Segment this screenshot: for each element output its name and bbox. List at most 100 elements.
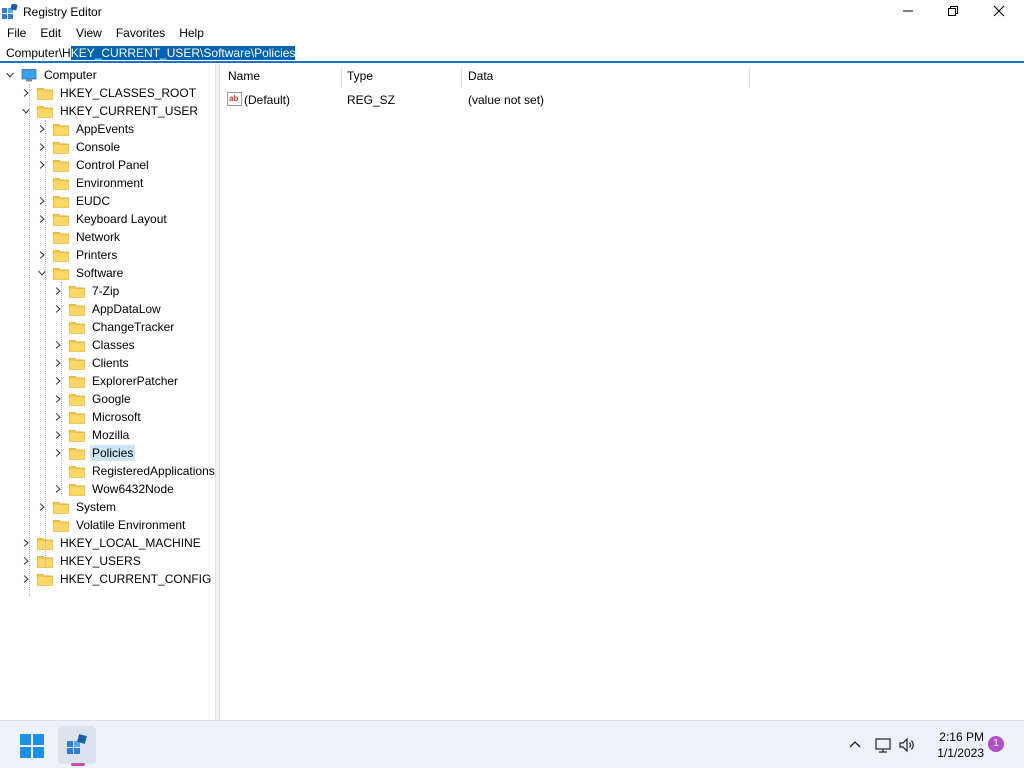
tree-item-microsoft[interactable]: Microsoft	[53, 408, 143, 426]
windows-start-icon[interactable]	[20, 734, 44, 758]
tree-item-hkey-local-machine[interactable]: HKEY_LOCAL_MACHINE	[21, 534, 203, 552]
tree-item-7-zip[interactable]: 7-Zip	[53, 282, 121, 300]
folder-icon	[69, 339, 85, 352]
tree-item-label: Software	[76, 266, 124, 280]
column-header-type[interactable]: Type	[347, 69, 373, 87]
tree-item-clients[interactable]: Clients	[53, 354, 131, 372]
tree-item-appevents[interactable]: AppEvents	[37, 120, 136, 138]
tree-item-changetracker[interactable]: ChangeTracker	[53, 318, 176, 336]
close-button[interactable]	[976, 0, 1022, 22]
taskbar: 2:16 PM 1/1/2023 1	[0, 720, 1024, 768]
address-input[interactable]: Computer\HKEY_CURRENT_USER\Software\Poli…	[6, 46, 296, 60]
registry-editor-task-button[interactable]	[58, 726, 96, 764]
minimize-button[interactable]	[885, 0, 931, 22]
folder-icon	[69, 429, 85, 442]
folder-icon	[53, 213, 69, 226]
window-title: Registry Editor	[23, 5, 102, 19]
address-bar[interactable]: Computer\HKEY_CURRENT_USER\Software\Poli…	[0, 43, 1024, 63]
maximize-button[interactable]	[930, 0, 976, 22]
tree-item-label: HKEY_CURRENT_USER	[60, 104, 199, 118]
folder-icon	[53, 141, 69, 154]
tree-item-policies[interactable]: Policies	[53, 444, 136, 462]
value-name: (Default)	[244, 93, 291, 107]
tree-item-volatile-environment[interactable]: Volatile Environment	[37, 516, 187, 534]
folder-icon	[53, 519, 69, 532]
tree-item-mozilla[interactable]: Mozilla	[53, 426, 131, 444]
title-bar: Registry Editor	[0, 0, 1024, 24]
folder-icon	[53, 123, 69, 136]
tree-item-computer[interactable]: Computer	[5, 66, 99, 84]
tree-item-keyboard-layout[interactable]: Keyboard Layout	[37, 210, 169, 228]
column-header-name[interactable]: Name	[228, 69, 260, 87]
value-row[interactable]: ab (Default) REG_SZ (value not set)	[221, 91, 821, 109]
column-separator[interactable]	[461, 67, 462, 87]
tree-item-label: ExplorerPatcher	[92, 374, 179, 388]
folder-icon	[53, 267, 69, 280]
column-separator[interactable]	[749, 67, 750, 87]
menu-file[interactable]: File	[7, 24, 26, 43]
folder-icon	[53, 159, 69, 172]
tree-item-hkey-current-user[interactable]: HKEY_CURRENT_USER	[21, 102, 200, 120]
address-prefix: Computer\H	[6, 46, 71, 60]
tree-item-label: Mozilla	[92, 428, 130, 442]
column-header-data[interactable]: Data	[468, 69, 493, 87]
column-separator[interactable]	[341, 67, 342, 87]
tree-item-software[interactable]: Software	[37, 264, 125, 282]
tree-item-label: Google	[92, 392, 131, 406]
tree-item-eudc[interactable]: EUDC	[37, 192, 112, 210]
tree-item-network[interactable]: Network	[37, 228, 122, 246]
tree-item-label: Classes	[92, 338, 135, 352]
tree-item-label: ChangeTracker	[92, 320, 175, 334]
tree-item-label: Wow6432Node	[92, 482, 174, 496]
chevron-up-icon[interactable]	[846, 736, 864, 754]
tree-item-google[interactable]: Google	[53, 390, 133, 408]
folder-icon	[53, 177, 69, 190]
volume-icon[interactable]	[898, 736, 916, 754]
tree-item-label: Printers	[76, 248, 118, 262]
tree-item-hkey-classes-root[interactable]: HKEY_CLASSES_ROOT	[21, 84, 198, 102]
maximize-icon	[948, 6, 958, 16]
menu-view[interactable]: View	[76, 24, 102, 43]
folder-icon	[53, 501, 69, 514]
chevron-down-icon[interactable]	[5, 66, 15, 84]
tree-item-appdatalow[interactable]: AppDataLow	[53, 300, 163, 318]
tree-item-label: AppEvents	[76, 122, 135, 136]
tree-item-wow6432node[interactable]: Wow6432Node	[53, 480, 176, 498]
tree-item-printers[interactable]: Printers	[37, 246, 119, 264]
tree-item-label: Environment	[76, 176, 144, 190]
tree-item-label: Keyboard Layout	[76, 212, 167, 226]
tree-item-label: 7-Zip	[92, 284, 120, 298]
tree-item-label: EUDC	[76, 194, 111, 208]
menu-favorites[interactable]: Favorites	[116, 24, 165, 43]
system-clock[interactable]: 2:16 PM 1/1/2023	[928, 729, 984, 761]
tree-item-system[interactable]: System	[37, 498, 118, 516]
tree-guide-line	[45, 120, 46, 568]
menu-help[interactable]: Help	[179, 24, 204, 43]
pane-splitter[interactable]	[216, 64, 220, 720]
tree-item-explorerpatcher[interactable]: ExplorerPatcher	[53, 372, 180, 390]
tree-item-console[interactable]: Console	[37, 138, 122, 156]
tree-item-classes[interactable]: Classes	[53, 336, 137, 354]
network-icon[interactable]	[874, 736, 892, 754]
clock-time: 2:16 PM	[939, 730, 984, 744]
folder-icon	[69, 375, 85, 388]
tree-item-hkey-current-config[interactable]: HKEY_CURRENT_CONFIG	[21, 570, 213, 588]
folder-icon	[69, 321, 85, 334]
close-icon	[993, 5, 1005, 17]
key-tree[interactable]: Computer HKEY_CLASSES_ROOT HKEY_CURRENT_US…	[0, 64, 216, 720]
tree-item-hkey-users[interactable]: HKEY_USERS	[21, 552, 143, 570]
folder-icon	[37, 573, 53, 586]
menu-edit[interactable]: Edit	[40, 24, 61, 43]
tree-item-label: HKEY_USERS	[60, 554, 141, 568]
notification-badge[interactable]: 1	[988, 736, 1004, 752]
values-list[interactable]: Name Type Data ab (Default) REG_SZ (valu…	[221, 64, 1024, 720]
tree-item-registeredapplications[interactable]: RegisteredApplications	[53, 462, 215, 480]
tree-item-label: HKEY_CLASSES_ROOT	[60, 86, 197, 100]
folder-icon	[69, 393, 85, 406]
value-data: (value not set)	[468, 93, 545, 107]
folder-icon	[69, 465, 85, 478]
tree-item-control-panel[interactable]: Control Panel	[37, 156, 151, 174]
folder-icon	[37, 105, 53, 118]
tree-item-label: Console	[76, 140, 121, 154]
tree-item-environment[interactable]: Environment	[37, 174, 145, 192]
